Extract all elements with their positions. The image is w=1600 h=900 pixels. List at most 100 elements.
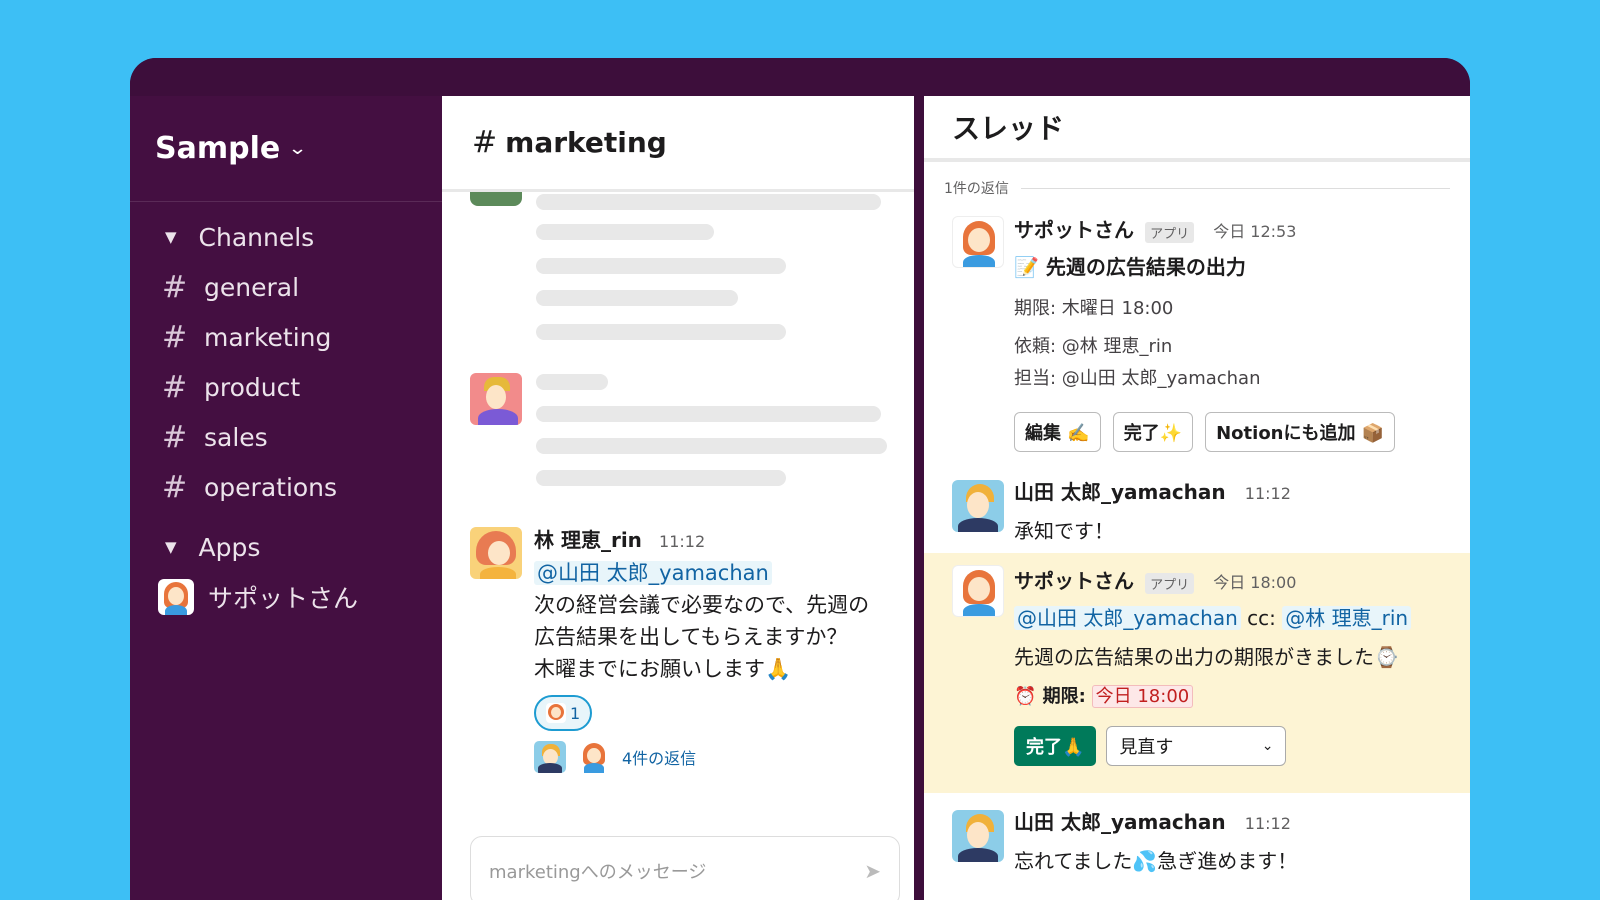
message-timestamp[interactable]: 今日 18:00 [1213, 573, 1296, 592]
composer-placeholder: marketingへのメッセージ [489, 862, 707, 883]
avatar[interactable] [578, 741, 610, 773]
chevron-down-icon: ⌄ [1261, 738, 1274, 754]
message-timestamp[interactable]: 今日 12:53 [1213, 222, 1296, 241]
channels-section-toggle[interactable]: ▼ Channels [130, 212, 442, 262]
thread-message-highlighted: サポットさん アプリ 今日 18:00 @山田 太郎_yamachan cc: … [924, 553, 1470, 793]
deadline-label: ⏰ 期限: [1014, 686, 1086, 707]
avatar [952, 480, 1004, 532]
deadline-value: 今日 18:00 [1091, 685, 1194, 708]
app-avatar [952, 216, 1004, 268]
skeleton-line [536, 258, 786, 274]
reply-count-divider: 1件の返信 [944, 178, 1450, 198]
task-title: 📝 先週の広告結果の出力 [1014, 255, 1246, 279]
avatar[interactable] [534, 741, 566, 773]
avatar [470, 192, 522, 206]
done-button[interactable]: 完了🙏 [1014, 726, 1097, 766]
cc-label: cc: [1247, 606, 1276, 630]
skeleton-line [536, 324, 786, 340]
workspace-switcher[interactable]: Sample ⌄ [130, 96, 442, 202]
reaction-count: 1 [570, 703, 581, 723]
sidebar: Sample ⌄ ▼ Channels # general # marketin… [130, 96, 442, 900]
app-badge: アプリ [1145, 222, 1195, 243]
message-text: 次の経営会議で必要なので、先週の [534, 593, 870, 617]
hash-icon: # [162, 369, 188, 405]
channel-message: 林 理恵_rin 11:12 @山田 太郎_yamachan 次の経営会議で必要… [534, 524, 904, 773]
skeleton-line [536, 374, 608, 390]
message-timestamp[interactable]: 11:12 [659, 532, 705, 551]
user-mention[interactable]: @山田 太郎_yamachan [534, 561, 772, 585]
sidebar-item-label: marketing [204, 322, 332, 352]
task-requester: 依頼: @林 理恵_rin [1014, 336, 1173, 357]
message-text: 先週の広告結果の出力の期限がきました⌚ [1014, 645, 1399, 669]
hash-icon: # [162, 469, 188, 505]
user-mention[interactable]: @林 理恵_rin [1282, 606, 1412, 630]
task-deadline: 期限: 木曜日 18:00 [1014, 298, 1174, 319]
message-author[interactable]: 林 理恵_rin [534, 528, 642, 552]
sidebar-item-label: サポットさん [208, 584, 359, 613]
message-author[interactable]: 山田 太郎_yamachan [1014, 480, 1226, 504]
task-assignee: 担当: @山田 太郎_yamachan [1014, 368, 1261, 389]
sidebar-item-sapotto-app[interactable]: サポットさん [130, 572, 442, 622]
sidebar-item-operations[interactable]: # operations [130, 462, 442, 512]
hash-icon: # [162, 419, 188, 455]
hash-icon: # [162, 319, 188, 355]
app-avatar [952, 565, 1004, 617]
channels-heading: Channels [198, 222, 315, 252]
status-select[interactable]: 見直す ⌄ [1106, 726, 1287, 766]
caret-down-icon: ▼ [165, 228, 177, 246]
sidebar-item-marketing[interactable]: # marketing [130, 312, 442, 362]
skeleton-line [536, 406, 881, 422]
skeleton-line [536, 470, 786, 486]
channel-pane: # marketing 林 理恵_rin 11:12 @山田 太郎_yamach… [442, 96, 914, 900]
send-icon[interactable]: ➤ [864, 859, 881, 883]
caret-down-icon: ▼ [165, 538, 177, 556]
app-badge: アプリ [1145, 573, 1195, 594]
reply-count-label: 1件の返信 [944, 181, 1009, 197]
sidebar-item-product[interactable]: # product [130, 362, 442, 412]
sidebar-item-label: product [204, 372, 301, 402]
select-value: 見直す [1119, 737, 1174, 758]
thread-message: 山田 太郎_yamachan 11:12 忘れてました💦急ぎ進めます！ [924, 806, 1470, 900]
message-timestamp[interactable]: 11:12 [1245, 814, 1291, 833]
hash-icon: # [472, 125, 498, 160]
message-text: 忘れてました💦急ぎ進めます！ [1014, 849, 1298, 873]
replies-link[interactable]: 4件の返信 [622, 745, 696, 769]
workspace-name: Sample [155, 131, 281, 166]
message-author[interactable]: サポットさん [1014, 569, 1134, 593]
add-to-notion-button[interactable]: Notionにも追加 📦 [1205, 412, 1396, 452]
message-timestamp[interactable]: 11:12 [1245, 484, 1291, 503]
thread-title: スレッド [924, 96, 1470, 162]
sidebar-item-label: sales [204, 422, 268, 452]
channel-header[interactable]: # marketing [442, 96, 914, 192]
message-author[interactable]: サポットさん [1014, 218, 1134, 242]
avatar [470, 527, 522, 579]
done-button[interactable]: 完了✨ [1112, 412, 1194, 452]
user-mention[interactable]: @山田 太郎_yamachan [1014, 606, 1241, 630]
apps-section-toggle[interactable]: ▼ Apps [130, 522, 442, 572]
app-avatar [158, 579, 194, 615]
reaction-pill[interactable]: 1 [534, 695, 593, 731]
skeleton-line [536, 224, 714, 240]
message-text: 承知です！ [1014, 519, 1114, 543]
hash-icon: # [162, 269, 188, 305]
edit-button[interactable]: 編集 ✍️ [1014, 412, 1101, 452]
sidebar-item-sales[interactable]: # sales [130, 412, 442, 462]
avatar [952, 810, 1004, 862]
channel-name: marketing [505, 126, 667, 159]
message-author[interactable]: 山田 太郎_yamachan [1014, 810, 1226, 834]
skeleton-line [536, 194, 881, 210]
skeleton-line [536, 290, 738, 306]
avatar [470, 373, 522, 425]
thread-pane: スレッド 1件の返信 サポットさん アプリ 今日 12:53 📝 先週の広告結果… [924, 96, 1470, 900]
skeleton-line [536, 438, 887, 454]
chevron-down-icon: ⌄ [287, 138, 308, 159]
sidebar-item-label: general [204, 272, 300, 302]
app-window: Sample ⌄ ▼ Channels # general # marketin… [130, 58, 1470, 900]
sidebar-item-general[interactable]: # general [130, 262, 442, 312]
message-text: 広告結果を出してもらえますか？ [534, 625, 848, 649]
apps-heading: Apps [198, 532, 261, 562]
title-bar [130, 58, 1470, 96]
sidebar-item-label: operations [204, 472, 338, 502]
app-avatar-icon [546, 703, 566, 723]
message-composer[interactable]: marketingへのメッセージ ➤ [470, 836, 900, 900]
